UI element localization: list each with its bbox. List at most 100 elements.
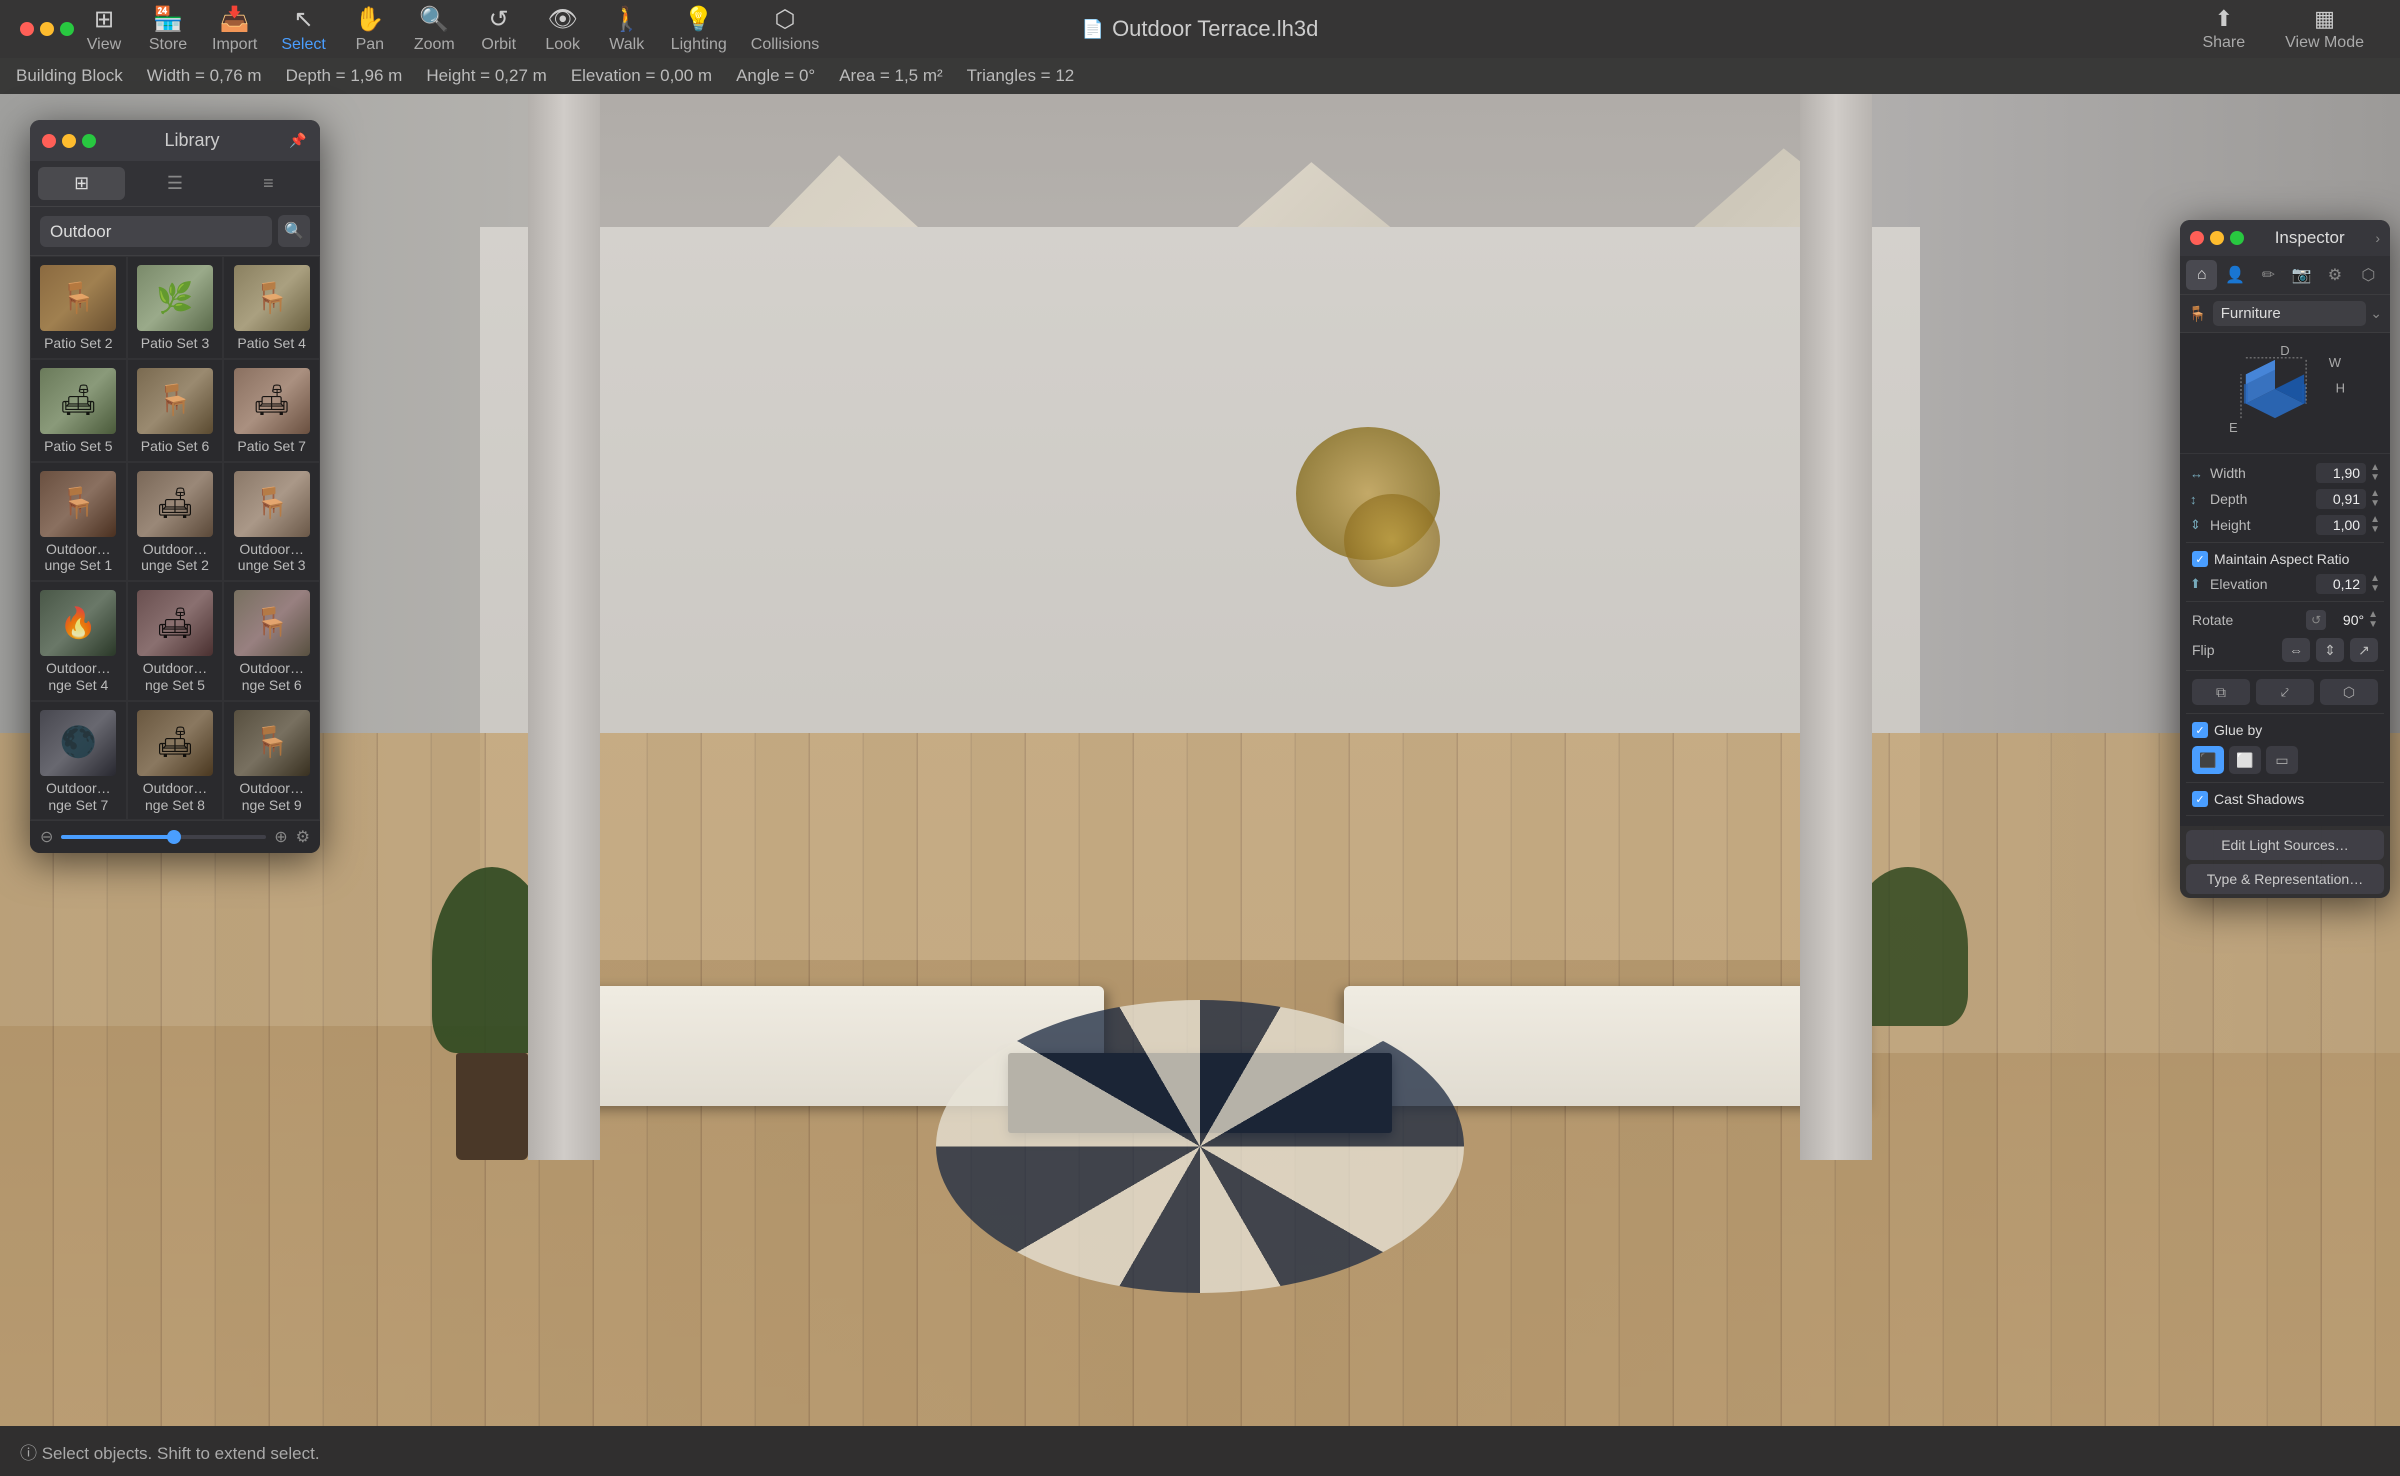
library-item-patio5[interactable]: 🛋 Patio Set 5 bbox=[30, 359, 127, 462]
toolbar-view[interactable]: ⊞ View bbox=[74, 1, 134, 58]
library-item-patio6[interactable]: 🪑 Patio Set 6 bbox=[127, 359, 224, 462]
library-item-patio4[interactable]: 🪑 Patio Set 4 bbox=[223, 256, 320, 359]
lounge4-thumbnail: 🔥 bbox=[40, 590, 116, 656]
height-stepper[interactable]: ▲ ▼ bbox=[2370, 515, 2380, 535]
library-item-lounge6[interactable]: 🪑 Outdoor…nge Set 6 bbox=[223, 581, 320, 701]
library-tab-list[interactable]: ≡ bbox=[225, 167, 312, 200]
rotate-down-icon[interactable]: ▼ bbox=[2368, 620, 2378, 630]
zoom-plus-icon[interactable]: ⊕ bbox=[274, 827, 287, 847]
cast-shadows-checkbox[interactable]: ✓ bbox=[2192, 791, 2208, 807]
align-button[interactable]: ⬡ bbox=[2320, 679, 2378, 705]
inspector-tab-camera[interactable]: 📷 bbox=[2286, 260, 2317, 290]
close-button[interactable] bbox=[20, 22, 34, 36]
toolbar-lighting[interactable]: 💡 Lighting bbox=[661, 1, 737, 58]
inspector-minimize[interactable] bbox=[2210, 231, 2224, 245]
toolbar-walk[interactable]: 🚶 Walk bbox=[597, 1, 657, 58]
toolbar-share[interactable]: ⬆ Share bbox=[2186, 2, 2261, 56]
type-representation-button[interactable]: Type & Representation… bbox=[2186, 864, 2384, 894]
library-maximize[interactable] bbox=[82, 134, 96, 148]
inspector-close[interactable] bbox=[2190, 231, 2204, 245]
minimize-button[interactable] bbox=[40, 22, 54, 36]
elevation-stepper[interactable]: ▲ ▼ bbox=[2370, 574, 2380, 594]
toolbar-zoom[interactable]: 🔍 Zoom bbox=[404, 1, 465, 58]
grid-settings-icon[interactable]: ⚙ bbox=[296, 827, 310, 847]
toolbar-import[interactable]: 📥 Import bbox=[202, 1, 267, 58]
toolbar-view-mode[interactable]: ▦ View Mode bbox=[2269, 2, 2380, 56]
chair-svg bbox=[2235, 355, 2315, 423]
inspector-maximize[interactable] bbox=[2230, 231, 2244, 245]
depth-stepper[interactable]: ▲ ▼ bbox=[2370, 489, 2380, 509]
flip-diagonal-button[interactable]: ↗ bbox=[2350, 638, 2378, 662]
inspector-tab-gear[interactable]: ⚙ bbox=[2319, 260, 2350, 290]
zoom-thumb[interactable] bbox=[167, 830, 181, 844]
library-grid: 🪑 Patio Set 2 🌿 Patio Set 3 🪑 Patio Set … bbox=[30, 256, 320, 820]
library-item-lounge1[interactable]: 🪑 Outdoor…unge Set 1 bbox=[30, 462, 127, 582]
info-bar: Building Block Width = 0,76 m Depth = 1,… bbox=[0, 58, 2400, 94]
library-item-lounge8[interactable]: 🛋 Outdoor…nge Set 8 bbox=[127, 701, 224, 821]
library-item-patio2[interactable]: 🪑 Patio Set 2 bbox=[30, 256, 127, 359]
window-controls bbox=[20, 22, 74, 36]
inspector-collapse[interactable]: › bbox=[2375, 230, 2380, 246]
toolbar-pan[interactable]: ✋ Pan bbox=[340, 1, 400, 58]
library-close[interactable] bbox=[42, 134, 56, 148]
glue-ceiling-button[interactable]: ⬜ bbox=[2229, 746, 2261, 774]
glue-wall-button[interactable]: ▭ bbox=[2266, 746, 2298, 774]
toolbar-select[interactable]: ↖ Select bbox=[271, 1, 335, 58]
copy-button[interactable]: ⧉ bbox=[2192, 679, 2250, 705]
height-down-icon[interactable]: ▼ bbox=[2370, 525, 2380, 535]
glue-by-label: Glue by bbox=[2214, 722, 2378, 738]
rotate-value: 90° bbox=[2330, 612, 2364, 628]
flip-horizontal-button[interactable]: ⇔ bbox=[2282, 638, 2310, 662]
library-item-patio7[interactable]: 🛋 Patio Set 7 bbox=[223, 359, 320, 462]
library-item-lounge9[interactable]: 🪑 Outdoor…nge Set 9 bbox=[223, 701, 320, 821]
toolbar-orbit[interactable]: ↺ Orbit bbox=[469, 1, 529, 58]
toolbar-collisions[interactable]: ⬡ Collisions bbox=[741, 1, 829, 58]
library-view-tabs: ⊞ ☰ ≡ bbox=[30, 161, 320, 207]
rotate-row: Rotate ↺ 90° ▲ ▼ bbox=[2186, 606, 2384, 634]
inspector-tab-pen[interactable]: ✏ bbox=[2253, 260, 2284, 290]
width-down-icon[interactable]: ▼ bbox=[2370, 473, 2380, 483]
library-item-lounge4[interactable]: 🔥 Outdoor…nge Set 4 bbox=[30, 581, 127, 701]
maximize-button[interactable] bbox=[60, 22, 74, 36]
library-tab-grid[interactable]: ⊞ bbox=[38, 167, 125, 200]
library-search-button[interactable]: 🔍 bbox=[278, 215, 310, 247]
look-icon: 👁 bbox=[547, 5, 577, 34]
depth-down-icon[interactable]: ▼ bbox=[2370, 499, 2380, 509]
library-item-lounge5[interactable]: 🛋 Outdoor…nge Set 5 bbox=[127, 581, 224, 701]
zoom-slider[interactable] bbox=[61, 835, 266, 839]
toolbar-store[interactable]: 🏪 Store bbox=[138, 1, 198, 58]
inspector-tab-cube[interactable]: ⬡ bbox=[2353, 260, 2384, 290]
elevation-value[interactable]: 0,12 bbox=[2316, 574, 2366, 594]
lounge9-thumbnail: 🪑 bbox=[234, 710, 310, 776]
library-item-patio3[interactable]: 🌿 Patio Set 3 bbox=[127, 256, 224, 359]
flip-vertical-button[interactable]: ⇕ bbox=[2316, 638, 2344, 662]
inspector-tab-home[interactable]: ⌂ bbox=[2186, 260, 2217, 290]
patio2-thumbnail: 🪑 bbox=[40, 265, 116, 331]
inspector-category-dropdown[interactable]: Furniture bbox=[2213, 301, 2367, 326]
toolbar-look[interactable]: 👁 Look bbox=[533, 1, 593, 58]
library-item-lounge3[interactable]: 🪑 Outdoor…unge Set 3 bbox=[223, 462, 320, 582]
glue-floor-button[interactable]: ⬛ bbox=[2192, 746, 2224, 774]
rotate-icon[interactable]: ↺ bbox=[2306, 610, 2326, 630]
area-info: Area = 1,5 m² bbox=[839, 66, 942, 86]
zoom-minus-icon[interactable]: ⊖ bbox=[40, 827, 53, 847]
library-item-lounge7[interactable]: 🌑 Outdoor…nge Set 7 bbox=[30, 701, 127, 821]
elevation-down-icon[interactable]: ▼ bbox=[2370, 584, 2380, 594]
3d-viewport[interactable] bbox=[0, 94, 2400, 1426]
inspector-tab-person[interactable]: 👤 bbox=[2219, 260, 2250, 290]
library-item-lounge2[interactable]: 🛋 Outdoor…unge Set 2 bbox=[127, 462, 224, 582]
mirror-button[interactable]: ⤦ bbox=[2256, 679, 2314, 705]
width-stepper[interactable]: ▲ ▼ bbox=[2370, 463, 2380, 483]
maintain-aspect-ratio-checkbox[interactable]: ✓ bbox=[2192, 551, 2208, 567]
library-minimize[interactable] bbox=[62, 134, 76, 148]
library-pin[interactable]: 📌 bbox=[288, 131, 308, 151]
depth-value[interactable]: 0,91 bbox=[2316, 489, 2366, 509]
lounge5-thumbnail: 🛋 bbox=[137, 590, 213, 656]
rotate-stepper[interactable]: ▲ ▼ bbox=[2368, 610, 2378, 630]
edit-light-sources-button[interactable]: Edit Light Sources… bbox=[2186, 830, 2384, 860]
library-tab-list2[interactable]: ☰ bbox=[131, 167, 218, 200]
glue-by-checkbox[interactable]: ✓ bbox=[2192, 722, 2208, 738]
library-category-dropdown[interactable]: Outdoor bbox=[40, 216, 272, 247]
width-value[interactable]: 1,90 bbox=[2316, 463, 2366, 483]
height-value[interactable]: 1,00 bbox=[2316, 515, 2366, 535]
